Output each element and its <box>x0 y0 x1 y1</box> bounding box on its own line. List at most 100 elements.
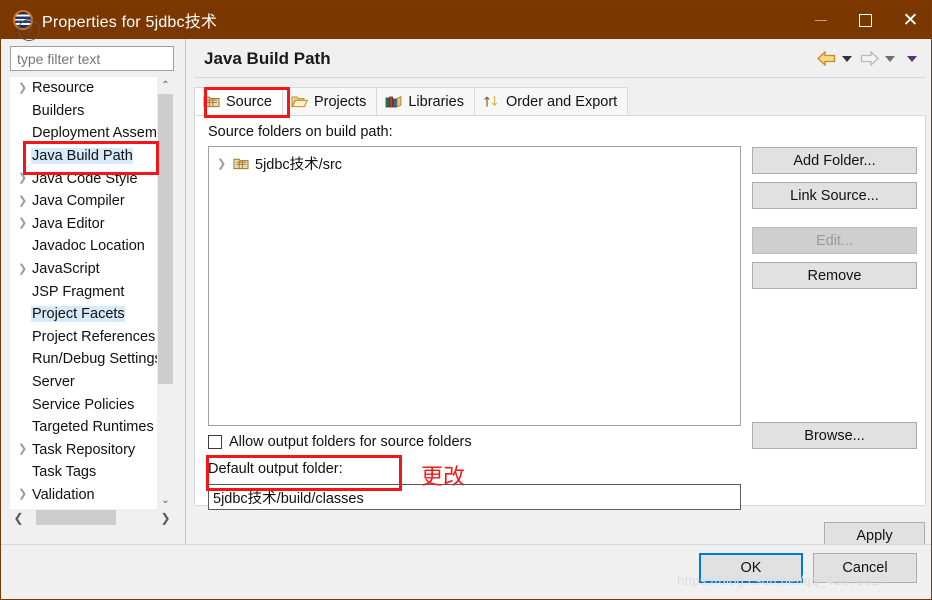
package-folder-icon <box>233 156 249 170</box>
order-arrows-icon <box>483 94 501 110</box>
tree-scroll-thumb[interactable] <box>158 94 173 384</box>
close-icon: ✕ <box>902 9 919 31</box>
sidebar-item-label: Project Facets <box>31 306 125 323</box>
tab-source[interactable]: Source <box>194 87 283 116</box>
sidebar-item-label: Javadoc Location <box>32 238 145 255</box>
maximize-icon <box>859 13 872 27</box>
tree-hscroll-thumb[interactable] <box>36 510 116 525</box>
sidebar-item-deployment-assembly[interactable]: ❯Deployment Assembly <box>10 122 174 145</box>
page-navigation <box>815 51 923 66</box>
source-folder-label: 5jdbc技术/src <box>255 156 343 173</box>
sidebar-item-task-tags[interactable]: ❯Task Tags <box>10 461 160 484</box>
properties-dialog: Properties for 5jdbc技术 ✕ ❯Resource❯Build… <box>0 0 932 600</box>
window-controls: ✕ <box>798 1 931 39</box>
sidebar-item-label: JSP Fragment <box>32 283 125 300</box>
package-folder-icon <box>203 94 221 110</box>
tab-label: Order and Export <box>505 93 618 110</box>
build-path-tabs: Source Projects Libraries Order and Export <box>194 87 629 116</box>
sidebar-item-label: Java Editor <box>32 215 105 232</box>
expand-chevron-right-icon[interactable]: ❯ <box>18 173 31 184</box>
sidebar-item-javadoc-location[interactable]: ❯Javadoc Location <box>10 235 160 258</box>
sidebar-item-label: Builders <box>32 102 85 119</box>
sidebar-item-label: Run/Debug Settings <box>32 351 162 368</box>
link-source-button[interactable]: Link Source... <box>752 182 917 209</box>
back-button[interactable] <box>817 51 836 66</box>
expand-chevron-right-icon[interactable]: ❯ <box>18 444 31 455</box>
minimize-icon <box>814 19 827 21</box>
title-divider <box>194 77 926 78</box>
add-folder-button[interactable]: Add Folder... <box>752 147 917 174</box>
default-output-folder-input[interactable] <box>208 484 741 510</box>
sidebar-item-label: Task Repository <box>32 441 136 458</box>
sidebar-item-label: Task Tags <box>32 464 97 481</box>
source-folders-list[interactable]: ❯ 5jdbc技术/src <box>208 146 741 426</box>
watermark-text: https://blog.csdn.net/qq_43676817 <box>677 573 887 588</box>
sidebar-item-javascript[interactable]: ❯ JavaScript <box>10 258 160 281</box>
sidebar-item-label: Validation <box>32 486 95 503</box>
close-button[interactable]: ✕ <box>888 1 931 39</box>
expand-chevron-right-icon[interactable]: ❯ <box>18 82 31 94</box>
default-output-folder-label: Default output folder: <box>208 461 343 477</box>
back-history-chevron-down-icon[interactable] <box>842 55 852 62</box>
annotation-note: 更改 <box>421 465 466 490</box>
edit-button: Edit... <box>752 227 917 254</box>
sidebar-item-project-facets[interactable]: ❯Project Facets <box>10 303 160 326</box>
sidebar-item-label: Targeted Runtimes <box>32 419 154 436</box>
sidebar-item-java-editor[interactable]: ❯ Java Editor <box>10 213 160 236</box>
list-item[interactable]: ❯ 5jdbc技术/src <box>209 151 740 175</box>
expand-chevron-right-icon[interactable]: ❯ <box>18 489 31 500</box>
tree-vertical-scrollbar[interactable]: ⌃ ⌄ <box>157 77 174 509</box>
expand-chevron-right-icon[interactable]: ❯ <box>217 157 233 170</box>
sidebar-item-java-build-path[interactable]: ❯Java Build Path <box>10 145 160 168</box>
open-folder-icon <box>291 94 309 110</box>
expand-chevron-right-icon[interactable]: ❯ <box>18 195 31 207</box>
sidebar-item-java-compiler[interactable]: ❯ Java Compiler <box>10 190 160 213</box>
scroll-left-icon[interactable]: ❮ <box>10 509 27 526</box>
remove-button[interactable]: Remove <box>752 262 917 289</box>
sidebar-item-label: Project References <box>32 328 156 345</box>
expand-chevron-right-icon[interactable]: ❯ <box>18 218 31 229</box>
sidebar-item-project-references[interactable]: ❯Project References <box>10 326 160 349</box>
sidebar-item-jsp-fragment[interactable]: ❯JSP Fragment <box>10 280 160 303</box>
tab-order-and-export[interactable]: Order and Export <box>474 87 629 116</box>
sidebar-item-java-code-style[interactable]: ❯ Java Code Style <box>10 167 160 190</box>
sidebar-item-service-policies[interactable]: ❯Service Policies <box>10 393 160 416</box>
tree-horizontal-scrollbar[interactable]: ❮ ❯ <box>10 509 174 526</box>
title-bar: Properties for 5jdbc技术 ✕ <box>1 1 931 39</box>
books-icon <box>385 94 403 110</box>
forward-button[interactable] <box>860 51 879 66</box>
minimize-button[interactable] <box>798 1 843 39</box>
sidebar-item-label: Deployment Assembly <box>32 125 174 142</box>
tab-libraries[interactable]: Libraries <box>377 87 475 116</box>
page-menu-chevron-down-icon[interactable] <box>907 55 917 62</box>
settings-page: Java Build Path Source Projects Librarie… <box>185 39 931 550</box>
sidebar-item-targeted-runtimes[interactable]: ❯Targeted Runtimes <box>10 416 160 439</box>
settings-tree-list: ❯Resource❯Builders❯Deployment Assembly❯J… <box>10 77 174 507</box>
source-folders-label: Source folders on build path: <box>208 124 393 140</box>
sidebar-item-server[interactable]: ❯Server <box>10 371 160 394</box>
back-arrow-icon <box>817 51 836 66</box>
sidebar-item-builders[interactable]: ❯Builders <box>10 100 160 123</box>
expand-chevron-right-icon[interactable]: ❯ <box>18 263 31 275</box>
scroll-right-icon[interactable]: ❯ <box>157 509 174 526</box>
tab-projects[interactable]: Projects <box>282 87 378 116</box>
sidebar-item-validation[interactable]: ❯ Validation <box>10 484 160 507</box>
window-title: Properties for 5jdbc技术 <box>42 14 218 31</box>
scroll-down-icon[interactable]: ⌄ <box>157 492 174 509</box>
browse-button[interactable]: Browse... <box>752 422 917 449</box>
allow-output-folders-checkbox-row[interactable]: Allow output folders for source folders <box>208 434 472 450</box>
maximize-button[interactable] <box>843 1 888 39</box>
sidebar-item-task-repository[interactable]: ❯ Task Repository <box>10 439 160 462</box>
settings-tree[interactable]: ❯Resource❯Builders❯Deployment Assembly❯J… <box>10 77 174 509</box>
settings-sidebar: ❯Resource❯Builders❯Deployment Assembly❯J… <box>1 39 184 544</box>
sidebar-item-resource[interactable]: ❯ Resource <box>10 77 160 100</box>
help-icon[interactable]: ? <box>18 19 40 41</box>
sidebar-item-label: Java Compiler <box>32 193 125 210</box>
tab-label: Source <box>226 93 272 110</box>
filter-input[interactable] <box>10 46 174 71</box>
forward-history-chevron-down-icon[interactable] <box>885 55 895 62</box>
sidebar-item-label: Java Code Style <box>32 170 138 187</box>
allow-output-folders-checkbox[interactable] <box>208 435 222 449</box>
scroll-up-icon[interactable]: ⌃ <box>157 77 174 94</box>
sidebar-item-run-debug-settings[interactable]: ❯Run/Debug Settings <box>10 348 162 371</box>
